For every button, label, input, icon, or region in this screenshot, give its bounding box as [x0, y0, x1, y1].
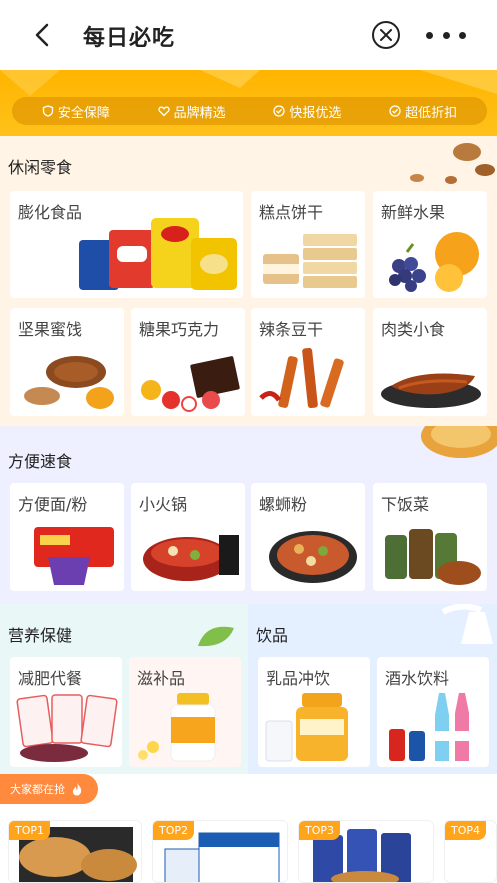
category-label: 方便面/粉: [18, 495, 88, 514]
beverage-bottles-image: [389, 693, 469, 761]
fastfood-section: 方便速食 方便面/粉 小火锅 螺蛳粉 下饭菜: [0, 426, 497, 604]
category-card-fruit[interactable]: 新鲜水果: [373, 191, 487, 298]
guarantee-banner: 安全保障 品牌精选 快报优选 超低折扣: [0, 70, 497, 136]
category-label: 糖果巧克力: [139, 320, 220, 339]
spicy-strips-image: [259, 347, 344, 409]
top-product-card-4[interactable]: TOP4: [444, 820, 497, 883]
close-button[interactable]: [372, 21, 400, 49]
section-title: 休闲零食: [8, 158, 73, 177]
instant-noodles-image: [34, 527, 114, 585]
category-label: 肉类小食: [381, 320, 446, 339]
category-label: 辣条豆干: [259, 320, 324, 339]
flame-icon: [72, 783, 82, 796]
category-label: 下饭菜: [381, 495, 430, 514]
noodle-bowl-decoration: [421, 426, 497, 458]
category-label: 滋补品: [137, 669, 186, 688]
hotpot-image: [143, 535, 239, 581]
category-label: 乳品冲饮: [266, 669, 331, 688]
page-title: 每日必吃: [83, 26, 176, 51]
health-panel: 营养保健 减肥代餐 滋补品: [0, 604, 248, 774]
category-card-hotpot[interactable]: 小火锅: [131, 483, 245, 591]
category-card-meat[interactable]: 肉类小食: [373, 308, 487, 416]
category-card-nuts[interactable]: 坚果蜜饯: [10, 308, 124, 416]
rank-tag: TOP1: [9, 821, 51, 840]
more-dot-icon: [426, 31, 433, 39]
chocolate-image: [141, 356, 240, 412]
honey-tea-jar-image: [265, 693, 348, 762]
hot-label: 大家都在抢: [10, 783, 65, 796]
category-card-spicy[interactable]: 辣条豆干: [251, 308, 365, 416]
health-drinks-section: 营养保健 减肥代餐 滋补品 饮品 乳品冲饮 酒水饮料: [0, 604, 497, 774]
top-product-card-3[interactable]: TOP3: [298, 820, 434, 883]
nuts-image: [24, 356, 114, 409]
supplement-bottle-image: [138, 693, 216, 762]
drinks-panel: 饮品 乳品冲饮 酒水饮料: [248, 604, 497, 774]
section-title: 饮品: [256, 626, 289, 645]
top-product-card-2[interactable]: TOP2: [152, 820, 288, 883]
banner-decoration: [0, 70, 497, 96]
category-card-tonic[interactable]: 滋补品: [129, 657, 241, 767]
category-card-beverage[interactable]: 酒水饮料: [377, 657, 489, 767]
hot-ranking-badge[interactable]: 大家都在抢: [0, 774, 98, 804]
check-circle-icon: [273, 105, 286, 117]
shield-icon: [42, 105, 54, 117]
category-label: 减肥代餐: [18, 669, 83, 688]
badge-brand: 品牌精选: [157, 102, 226, 121]
category-label: 糕点饼干: [259, 203, 324, 222]
section-title: 方便速食: [8, 452, 73, 471]
badge-quick: 快报优选: [273, 102, 341, 121]
badge-discount: 超低折扣: [389, 102, 457, 121]
badge-label: 安全保障: [57, 105, 110, 121]
category-card-candy[interactable]: 糖果巧克力: [131, 308, 245, 416]
heart-icon: [157, 106, 170, 117]
category-card-puffed[interactable]: 膨化食品: [10, 191, 243, 298]
category-card-pastry[interactable]: 糕点饼干: [251, 191, 365, 298]
top-product-card-1[interactable]: TOP1: [8, 820, 142, 883]
category-label: 膨化食品: [18, 203, 83, 222]
snacks-section: 休闲零食 膨化食品 糕点饼干 新鲜水果 坚果蜜饯 糖果巧克力 辣条豆干 肉类小食: [0, 136, 497, 426]
category-label: 酒水饮料: [385, 669, 450, 688]
meal-replacement-image: [16, 694, 118, 762]
section-title: 营养保健: [8, 626, 73, 645]
rank-tag: TOP4: [445, 821, 487, 840]
rank-tag: TOP3: [299, 821, 341, 840]
more-dot-icon: [459, 31, 466, 39]
badge-safety: 安全保障: [42, 102, 110, 121]
more-dot-icon: [442, 31, 450, 39]
leaf-decoration: [198, 626, 234, 647]
luosifen-image: [269, 531, 357, 583]
nav-bar: 每日必吃: [0, 0, 497, 70]
close-icon: [380, 29, 392, 41]
category-label: 小火锅: [139, 495, 188, 514]
badge-label: 品牌精选: [173, 105, 226, 121]
chevron-left-icon: [35, 23, 49, 47]
side-dish-jars-image: [385, 529, 481, 585]
category-card-luosifen[interactable]: 螺蛳粉: [251, 483, 365, 591]
category-card-side-dish[interactable]: 下饭菜: [373, 483, 487, 591]
guarantee-bar: 安全保障 品牌精选 快报优选 超低折扣: [12, 97, 487, 125]
chips-bags-image: [79, 218, 237, 290]
category-card-diet[interactable]: 减肥代餐: [10, 657, 122, 767]
category-label: 螺蛳粉: [259, 495, 308, 514]
badge-label: 快报优选: [289, 105, 342, 121]
milk-splash-decoration: [441, 604, 493, 644]
category-card-instant-noodles[interactable]: 方便面/粉: [10, 483, 124, 591]
more-button[interactable]: [426, 22, 466, 48]
check-circle-icon: [389, 105, 401, 117]
category-card-dairy[interactable]: 乳品冲饮: [258, 657, 370, 767]
rank-tag: TOP2: [153, 821, 195, 840]
meat-snack-image: [381, 373, 481, 408]
crackers-image: [263, 234, 357, 288]
category-label: 新鲜水果: [381, 203, 446, 222]
category-label: 坚果蜜饯: [18, 320, 83, 339]
nuts-decoration: [410, 143, 495, 184]
fruit-image: [389, 232, 479, 292]
badge-label: 超低折扣: [405, 105, 458, 121]
back-button[interactable]: [30, 22, 54, 48]
